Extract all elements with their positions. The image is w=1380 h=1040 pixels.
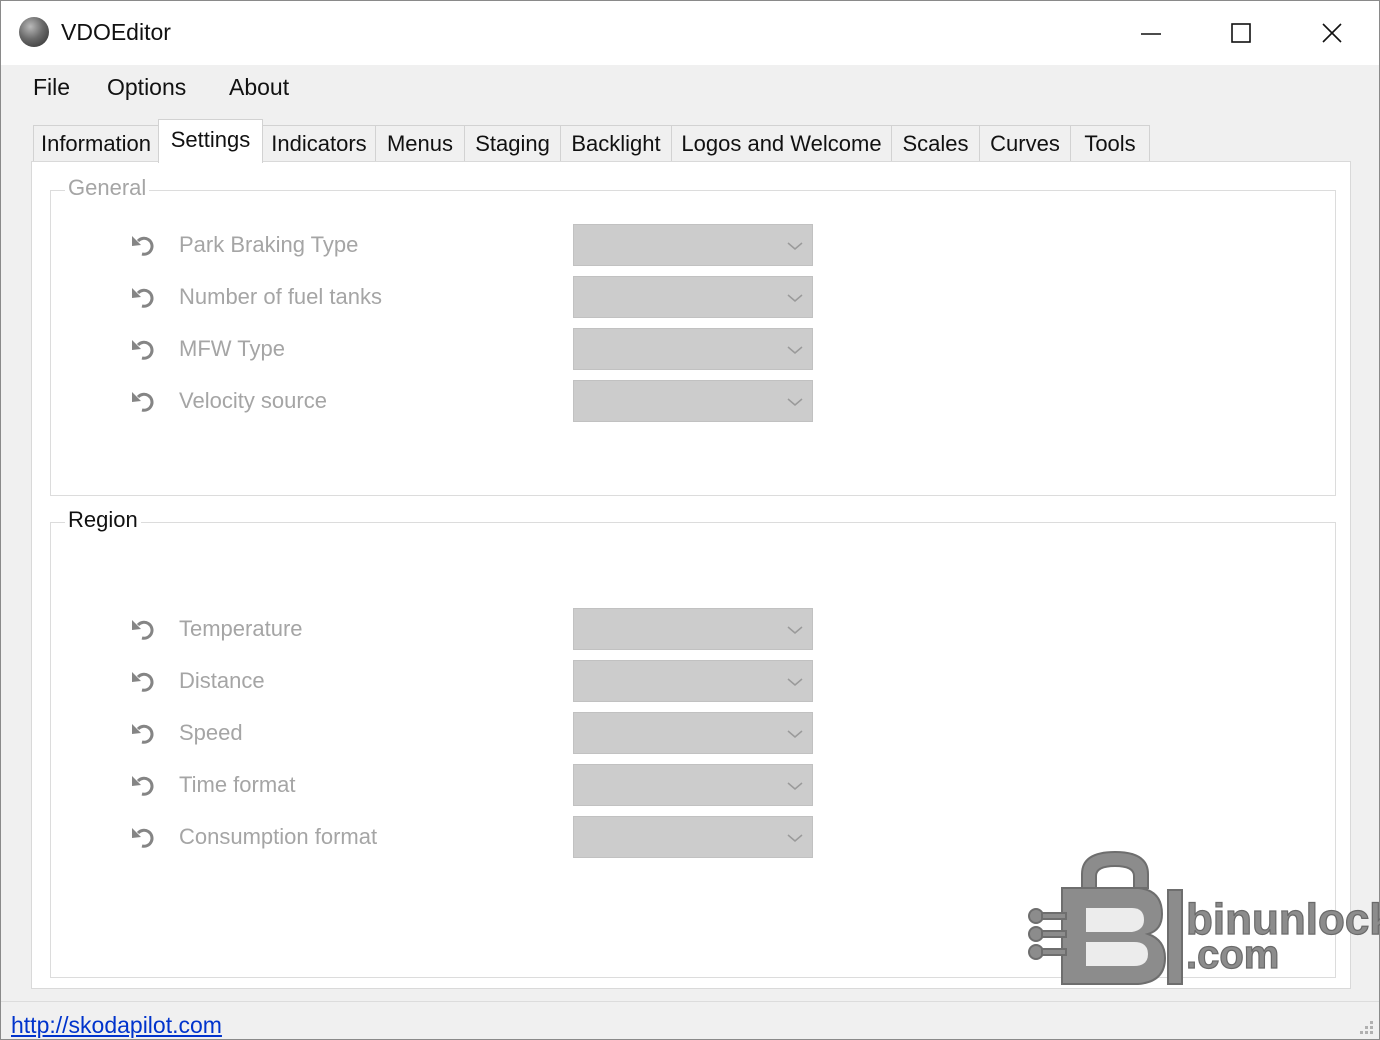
setting-label: Speed: [179, 720, 243, 745]
reset-icon[interactable]: [131, 285, 157, 309]
chevron-down-icon: [787, 294, 803, 302]
chevron-down-icon: [787, 398, 803, 406]
title-bar[interactable]: VDOEditor: [1, 1, 1379, 65]
chevron-down-icon: [787, 346, 803, 354]
velocity-source-dropdown[interactable]: [573, 380, 813, 422]
tab-menus[interactable]: Menus: [375, 125, 465, 161]
tab-information[interactable]: Information: [33, 125, 159, 161]
minimize-icon: [1141, 33, 1161, 35]
chevron-down-icon: [787, 678, 803, 686]
window-title: VDOEditor: [61, 19, 171, 45]
reset-icon[interactable]: [131, 773, 157, 797]
maximize-icon: [1231, 23, 1251, 43]
reset-icon[interactable]: [131, 233, 157, 257]
setting-label: Time format: [179, 772, 296, 797]
close-button[interactable]: [1287, 1, 1377, 65]
temperature-dropdown[interactable]: [573, 608, 813, 650]
reset-icon[interactable]: [131, 617, 157, 641]
chevron-down-icon: [787, 626, 803, 634]
tab-indicators[interactable]: Indicators: [262, 125, 376, 161]
setting-label: Consumption format: [179, 824, 378, 849]
chevron-down-icon: [787, 782, 803, 790]
watermark-subtext: .com: [1186, 933, 1279, 977]
tab-tools[interactable]: Tools: [1070, 125, 1150, 161]
speed-dropdown[interactable]: [573, 712, 813, 754]
watermark-logo: binunlock .com: [1028, 850, 1380, 985]
reset-icon[interactable]: [131, 721, 157, 745]
setting-label: Temperature: [179, 616, 303, 641]
website-link[interactable]: http://skodapilot.com: [11, 1012, 222, 1039]
reset-icon[interactable]: [131, 389, 157, 413]
menu-about[interactable]: About: [225, 74, 293, 101]
tab-staging[interactable]: Staging: [464, 125, 561, 161]
chevron-down-icon: [787, 834, 803, 842]
general-group-title: General: [65, 175, 150, 201]
tab-logos-and-welcome[interactable]: Logos and Welcome: [671, 125, 892, 161]
menu-options[interactable]: Options: [103, 74, 190, 101]
close-icon: [1322, 23, 1342, 43]
chevron-down-icon: [787, 242, 803, 250]
setting-label: Distance: [179, 668, 265, 693]
consumption-format-dropdown[interactable]: [573, 816, 813, 858]
reset-icon[interactable]: [131, 825, 157, 849]
distance-dropdown[interactable]: [573, 660, 813, 702]
mfw-type-dropdown[interactable]: [573, 328, 813, 370]
tab-backlight[interactable]: Backlight: [560, 125, 672, 161]
number-of-fuel-tanks-dropdown[interactable]: [573, 276, 813, 318]
status-bar: http://skodapilot.com: [1, 1001, 1379, 1039]
time-format-dropdown[interactable]: [573, 764, 813, 806]
setting-label: Park Braking Type: [179, 232, 359, 257]
setting-label: Number of fuel tanks: [179, 284, 382, 309]
tab-strip: Information Settings Indicators Menus St…: [1, 115, 1379, 163]
app-logo-icon: [19, 17, 49, 47]
chevron-down-icon: [787, 730, 803, 738]
tab-scales[interactable]: Scales: [891, 125, 980, 161]
maximize-button[interactable]: [1196, 1, 1286, 65]
menu-file[interactable]: File: [29, 74, 74, 101]
general-group: General Park Braking Type Number of fuel…: [50, 175, 1336, 496]
setting-label: MFW Type: [179, 336, 285, 361]
park-braking-type-dropdown[interactable]: [573, 224, 813, 266]
reset-icon[interactable]: [131, 669, 157, 693]
reset-icon[interactable]: [131, 337, 157, 361]
setting-label: Velocity source: [179, 388, 327, 413]
tab-curves[interactable]: Curves: [979, 125, 1071, 161]
tab-settings[interactable]: Settings: [158, 119, 263, 163]
minimize-button[interactable]: [1106, 1, 1196, 65]
menu-bar: File Options About: [1, 65, 1379, 115]
resize-grip-icon[interactable]: [1353, 1016, 1375, 1038]
region-group-title: Region: [65, 507, 141, 533]
